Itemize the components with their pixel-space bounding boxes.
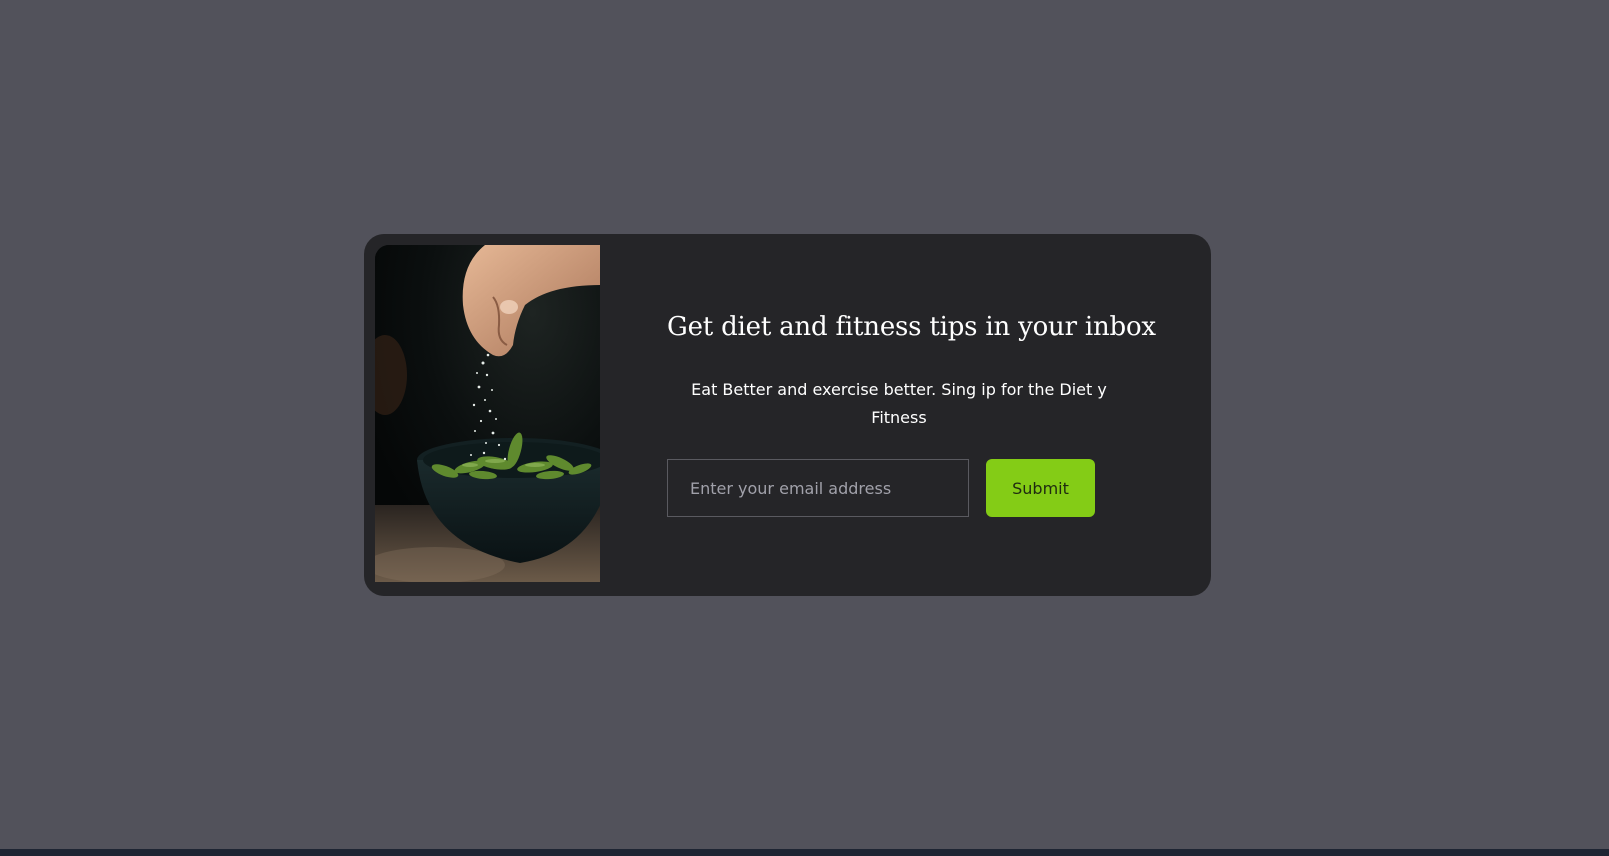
bottom-strip	[0, 849, 1609, 856]
newsletter-card: Get diet and fitness tips in your inbox …	[364, 234, 1211, 596]
submit-button[interactable]: Submit	[986, 459, 1095, 517]
email-input[interactable]	[667, 459, 969, 517]
food-photo	[375, 245, 600, 582]
newsletter-content: Get diet and fitness tips in your inbox …	[667, 234, 1156, 596]
newsletter-description: Eat Better and exercise better. Sing ip …	[691, 380, 1107, 427]
newsletter-title: Get diet and fitness tips in your inbox	[667, 312, 1156, 342]
signup-form: Submit	[667, 459, 1147, 517]
